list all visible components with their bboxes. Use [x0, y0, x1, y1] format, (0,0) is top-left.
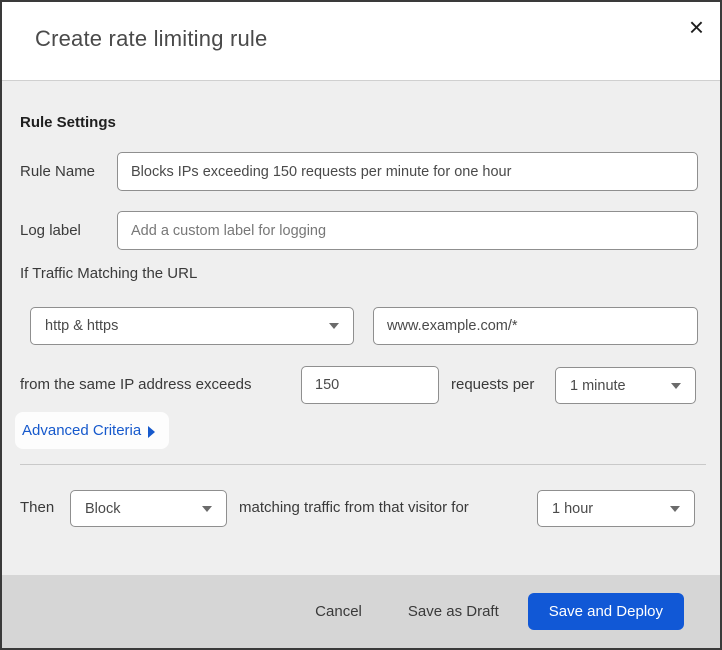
advanced-criteria-label: Advanced Criteria: [22, 422, 142, 439]
rule-settings-heading: Rule Settings: [20, 114, 116, 131]
chevron-down-icon: [202, 505, 212, 512]
action-select[interactable]: Block: [70, 490, 227, 527]
protocol-select[interactable]: http & https: [30, 307, 354, 345]
modal-header: Create rate limiting rule ×: [2, 2, 720, 81]
traffic-matching-heading: If Traffic Matching the URL: [20, 265, 198, 282]
arrow-right-icon: [148, 425, 156, 438]
cancel-button[interactable]: Cancel: [315, 603, 362, 620]
url-pattern-input[interactable]: [373, 307, 698, 345]
threshold-text-between: requests per: [451, 376, 535, 393]
save-as-draft-button[interactable]: Save as Draft: [408, 603, 499, 620]
protocol-select-value: http & https: [45, 318, 119, 334]
rule-name-label: Rule Name: [20, 163, 96, 180]
duration-select[interactable]: 1 hour: [537, 490, 695, 527]
period-select[interactable]: 1 minute: [555, 367, 696, 404]
requests-count-input[interactable]: [301, 366, 439, 404]
period-select-value: 1 minute: [570, 377, 626, 394]
create-rate-limiting-rule-modal: Create rate limiting rule × Rule Setting…: [0, 0, 722, 650]
save-and-deploy-button[interactable]: Save and Deploy: [527, 593, 684, 630]
action-select-value: Block: [85, 500, 121, 517]
threshold-text-before: from the same IP address exceeds: [20, 376, 252, 393]
modal-footer: Cancel Save as Draft Save and Deploy: [2, 575, 720, 648]
modal-title: Create rate limiting rule: [35, 26, 268, 51]
close-icon[interactable]: ×: [689, 14, 704, 40]
duration-select-value: 1 hour: [552, 500, 594, 517]
action-text-between: matching traffic from that visitor for: [239, 499, 469, 516]
log-label-input[interactable]: [117, 211, 698, 250]
advanced-criteria-link[interactable]: Advanced Criteria: [15, 412, 170, 449]
rule-name-input[interactable]: [117, 152, 698, 191]
chevron-down-icon: [671, 382, 681, 389]
log-label-label: Log label: [20, 222, 81, 239]
chevron-down-icon: [670, 505, 680, 512]
chevron-down-icon: [329, 323, 339, 329]
section-divider: [20, 464, 706, 465]
action-text-before: Then: [20, 499, 55, 516]
